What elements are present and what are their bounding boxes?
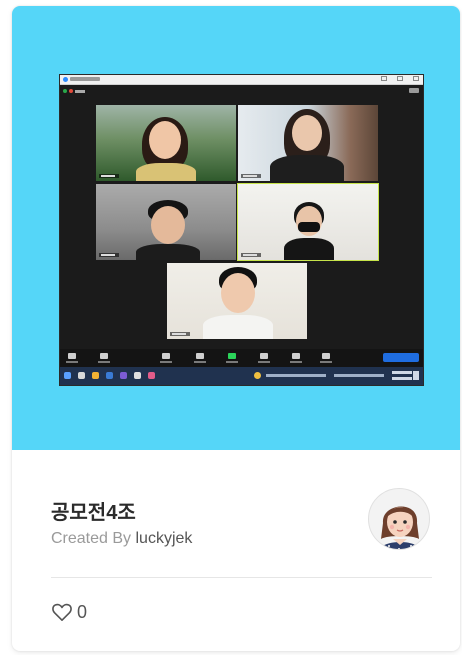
divider <box>51 577 432 578</box>
card-thumbnail[interactable] <box>12 6 460 450</box>
recording-indicator <box>63 89 85 93</box>
like-count: 0 <box>77 601 88 622</box>
project-card[interactable]: 공모전4조 Created By luckyjek 0 <box>12 6 460 651</box>
os-taskbar <box>60 367 423 385</box>
author-avatar[interactable] <box>368 488 430 550</box>
created-by-label: Created By <box>51 530 132 547</box>
meeting-controls-bar <box>60 349 423 367</box>
screenshot-window-titlebar <box>60 75 423 85</box>
window-controls <box>381 76 419 82</box>
view-toggle <box>409 88 419 93</box>
card-info: 공모전4조 Created By luckyjek 0 <box>12 450 460 651</box>
participant-tile <box>96 105 236 181</box>
screenshot-window-title <box>70 77 100 81</box>
heart-outline-icon[interactable] <box>51 602 73 622</box>
participant-tile <box>96 184 236 260</box>
created-by-line: Created By luckyjek <box>51 530 192 548</box>
author-name[interactable]: luckyjek <box>136 530 193 547</box>
card-title[interactable]: 공모전4조 <box>51 496 136 525</box>
participant-tile <box>238 105 378 181</box>
video-call-screenshot <box>59 74 424 386</box>
like-control[interactable]: 0 <box>51 600 87 624</box>
participant-tile <box>167 263 307 339</box>
end-meeting-button <box>383 353 419 362</box>
avatar-illustration-icon <box>380 506 420 549</box>
app-logo-icon <box>63 77 68 82</box>
participant-tile-active-speaker <box>237 183 379 261</box>
